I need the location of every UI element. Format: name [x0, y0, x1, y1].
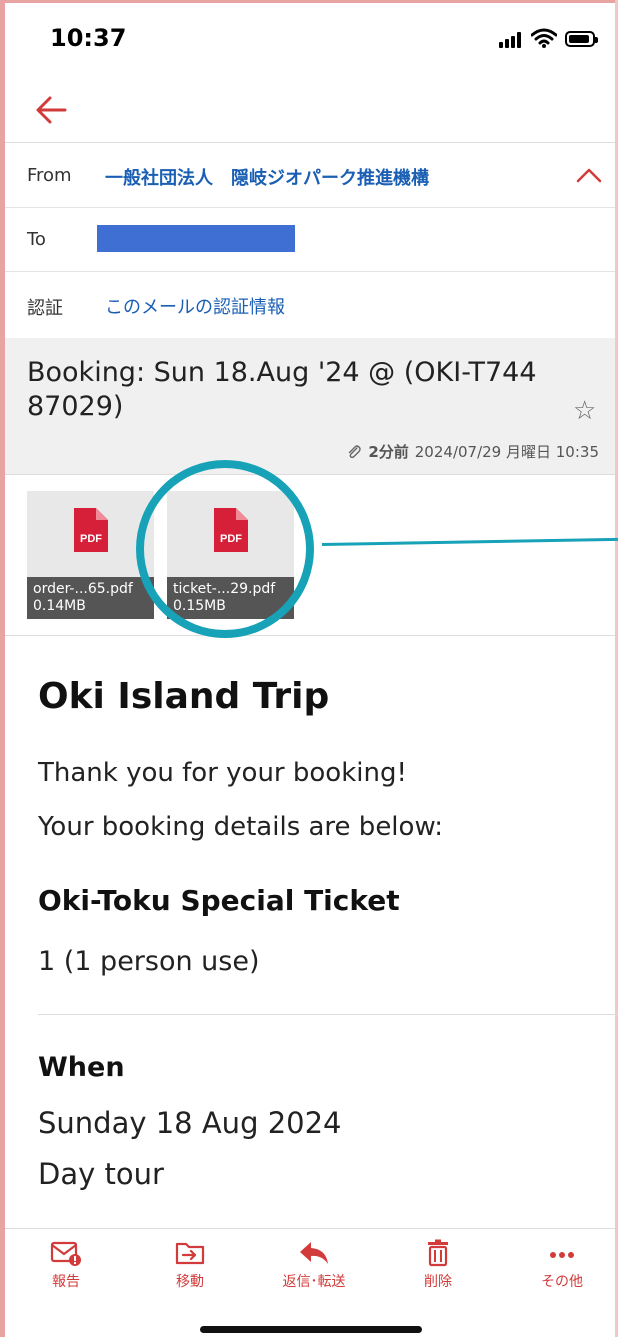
delete-button[interactable]: 削除 — [383, 1239, 493, 1291]
bottom-toolbar: 報告 移動 返信･転送 削除 その他 — [5, 1228, 615, 1338]
more-dots-icon — [550, 1252, 574, 1258]
to-label: To — [27, 229, 46, 250]
attachment-name: ticket-...29.pdf — [173, 581, 276, 597]
svg-text:PDF: PDF — [80, 533, 102, 545]
sender-name[interactable]: 一般社団法人 隠岐ジオパーク推進機構 — [105, 164, 429, 190]
details-intro-text: Your booking details are below: — [38, 812, 444, 842]
ticket-quantity: 1 (1 person use) — [38, 946, 260, 977]
attachment-caption: order-...65.pdf 0.14MB — [27, 577, 154, 619]
auth-label: 認証 — [27, 298, 63, 319]
report-mail-icon — [50, 1241, 81, 1266]
ticket-name: Oki-Toku Special Ticket — [38, 884, 400, 917]
pdf-file-icon: PDF — [214, 508, 248, 552]
auth-info-link[interactable]: このメールの認証情報 — [105, 293, 285, 319]
nav-bar — [5, 80, 615, 143]
paperclip-icon — [349, 444, 362, 458]
trip-date: Sunday 18 Aug 2024 — [38, 1106, 342, 1140]
email-subject: Booking: Sun 18.Aug '24 @ (OKI-T74487029… — [27, 357, 537, 422]
attachment-size: 0.15MB — [173, 598, 226, 614]
toolbar-label: 報告 — [52, 1274, 80, 1290]
chevron-up-icon[interactable] — [575, 165, 603, 185]
status-bar: 10:37 — [5, 0, 615, 80]
attachment-caption: ticket-...29.pdf 0.15MB — [167, 577, 294, 619]
move-folder-icon — [175, 1242, 205, 1265]
divider — [38, 1014, 618, 1015]
cellular-signal-icon — [499, 32, 525, 48]
attachment-size: 0.14MB — [33, 598, 86, 614]
status-time: 10:37 — [50, 24, 127, 52]
toolbar-label: 移動 — [176, 1274, 204, 1290]
attachment-order-pdf[interactable]: PDF order-...65.pdf 0.14MB — [27, 491, 154, 619]
svg-text:PDF: PDF — [220, 533, 242, 545]
reply-icon — [300, 1242, 328, 1264]
auth-row: 認証 このメールの認証情報 — [5, 272, 615, 337]
attachments-area: PDF order-...65.pdf 0.14MB PDF ticket-..… — [5, 475, 615, 636]
thanks-text: Thank you for your booking! — [38, 758, 407, 788]
toolbar-label: 削除 — [424, 1274, 452, 1290]
email-meta: 2分前 2024/07/29 月曜日 10:35 — [346, 441, 599, 462]
home-indicator — [200, 1326, 422, 1333]
battery-icon — [565, 31, 598, 47]
pdf-file-icon: PDF — [74, 508, 108, 552]
attachment-ticket-pdf[interactable]: PDF ticket-...29.pdf 0.15MB — [167, 491, 294, 619]
sent-datetime: 2024/07/29 月曜日 10:35 — [414, 443, 599, 461]
wifi-icon — [531, 28, 557, 48]
time-ago: 2分前 — [368, 443, 409, 461]
star-icon[interactable]: ☆ — [573, 396, 596, 426]
more-button[interactable]: その他 — [507, 1239, 617, 1291]
attachment-name: order-...65.pdf — [33, 581, 133, 597]
toolbar-label: その他 — [541, 1274, 583, 1290]
tour-type: Day tour — [38, 1157, 164, 1191]
recipient-redacted — [97, 225, 295, 252]
from-label: From — [27, 165, 72, 186]
when-heading: When — [38, 1052, 125, 1083]
trash-icon — [428, 1239, 448, 1267]
body-title: Oki Island Trip — [38, 676, 330, 717]
move-button[interactable]: 移動 — [135, 1239, 245, 1291]
toolbar-label: 返信･転送 — [282, 1274, 346, 1290]
to-row: To — [5, 207, 615, 272]
back-arrow-icon[interactable] — [33, 92, 73, 128]
report-button[interactable]: 報告 — [11, 1239, 121, 1291]
reply-forward-button[interactable]: 返信･転送 — [259, 1239, 369, 1291]
from-row: From 一般社団法人 隠岐ジオパーク推進機構 — [5, 143, 615, 208]
subject-block: Booking: Sun 18.Aug '24 @ (OKI-T74487029… — [5, 338, 615, 475]
